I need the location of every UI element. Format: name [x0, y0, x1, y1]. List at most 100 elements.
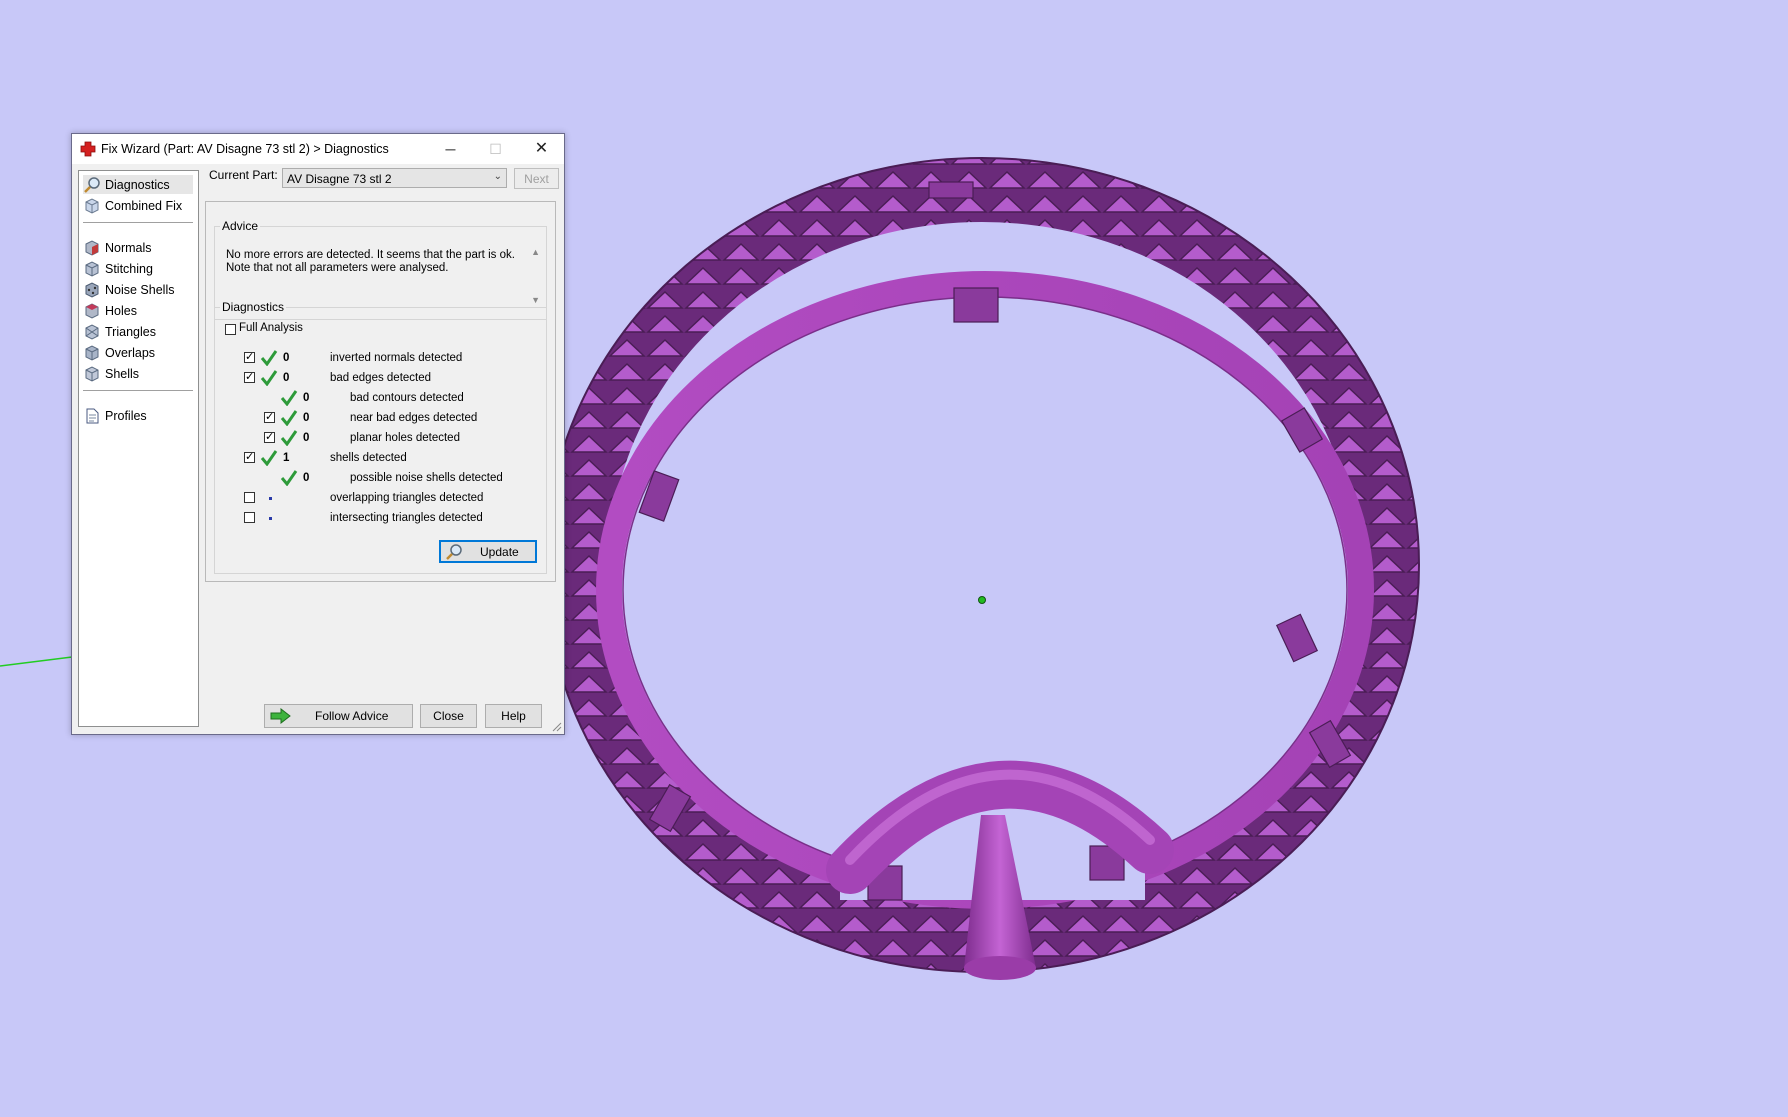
diag-row-intersecting-triangles: intersecting triangles detected	[215, 508, 545, 528]
sidebar-item-label: Triangles	[105, 324, 156, 339]
next-button: Next	[514, 168, 559, 189]
diagnostics-group-title: Diagnostics	[220, 300, 287, 314]
near-bad-edges-checkbox[interactable]: ✓	[264, 411, 275, 423]
green-check-icon	[260, 450, 278, 466]
follow-advice-label: Follow Advice	[315, 709, 389, 723]
triangles-cube-icon	[85, 323, 99, 340]
diag-label: near bad edges detected	[350, 412, 478, 424]
count-value: 0	[303, 412, 310, 424]
diag-row-shells: ✓ 1 shells detected	[215, 448, 545, 468]
advice-text: No more errors are detected. It seems th…	[226, 249, 515, 274]
sidebar-item-holes[interactable]: Holes	[83, 301, 193, 320]
pending-dot-icon	[269, 497, 272, 500]
sidebar-item-normals[interactable]: Normals	[83, 238, 193, 257]
green-check-icon	[260, 350, 278, 366]
count-value: 0	[283, 372, 290, 384]
full-analysis-label: Full Analysis	[239, 322, 303, 334]
advice-group-title: Advice	[220, 219, 261, 233]
scroll-up-icon[interactable]: ▲	[531, 247, 540, 257]
update-button[interactable]: Update	[439, 540, 537, 563]
planar-holes-checkbox[interactable]: ✓	[264, 431, 275, 443]
sidebar-item-label: Diagnostics	[105, 177, 170, 192]
bad-edges-checkbox[interactable]: ✓	[244, 371, 255, 383]
help-button[interactable]: Help	[485, 704, 542, 728]
cube-icon	[85, 197, 99, 214]
current-part-value: AV Disagne 73 stl 2	[287, 172, 392, 186]
count-value: 0	[303, 472, 310, 484]
diag-row-bad-edges: ✓ 0 bad edges detected	[215, 368, 545, 388]
title-bar[interactable]: Fix Wizard (Part: AV Disagne 73 stl 2) >…	[72, 134, 564, 164]
stitching-cube-icon	[85, 260, 99, 277]
diag-label: possible noise shells detected	[350, 472, 503, 484]
sidebar-item-label: Combined Fix	[105, 198, 183, 213]
sidebar-item-noise-shells[interactable]: Noise Shells	[83, 280, 193, 299]
sidebar-item-label: Profiles	[105, 408, 147, 423]
diag-label: bad contours detected	[350, 392, 464, 404]
diagnostics-group: Diagnostics Full Analysis ✓ 0 inverted n…	[214, 300, 547, 574]
red-cross-icon	[80, 141, 96, 157]
shells-checkbox[interactable]: ✓	[244, 451, 255, 463]
pivot-point	[978, 596, 986, 604]
green-check-icon	[280, 390, 298, 406]
diag-label: planar holes detected	[350, 432, 460, 444]
scroll-down-icon[interactable]: ▼	[531, 295, 540, 305]
count-value: 0	[303, 392, 310, 404]
diag-label: bad edges detected	[330, 372, 432, 384]
green-check-icon	[260, 370, 278, 386]
update-label: Update	[480, 545, 519, 559]
normals-cube-icon	[85, 239, 99, 256]
diag-row-overlapping-triangles: overlapping triangles detected	[215, 488, 545, 508]
sidebar-item-diagnostics[interactable]: Diagnostics	[83, 175, 193, 194]
diagnostics-panel: Advice No more errors are detected. It s…	[205, 201, 556, 582]
count-value: 0	[303, 432, 310, 444]
holes-cube-icon	[85, 302, 99, 319]
chevron-down-icon: ⌄	[493, 171, 502, 182]
green-check-icon	[280, 470, 298, 486]
count-value: 0	[283, 352, 290, 364]
diag-label: inverted normals detected	[330, 352, 463, 364]
diag-row-bad-contours: 0 bad contours detected	[215, 388, 545, 408]
diag-row-noise-shells: 0 possible noise shells detected	[215, 468, 545, 488]
shells-cube-icon	[85, 365, 99, 382]
sidebar-item-combined-fix[interactable]: Combined Fix	[83, 196, 193, 215]
sidebar-item-overlaps[interactable]: Overlaps	[83, 343, 193, 362]
diag-label: intersecting triangles detected	[330, 512, 483, 524]
current-part-label: Current Part:	[209, 168, 278, 182]
sidebar-item-triangles[interactable]: Triangles	[83, 322, 193, 341]
sidebar-divider	[83, 222, 193, 223]
sidebar-item-label: Normals	[105, 240, 152, 255]
sidebar-item-shells[interactable]: Shells	[83, 364, 193, 383]
diag-row-near-bad-edges: ✓ 0 near bad edges detected	[215, 408, 545, 428]
diag-label: overlapping triangles detected	[330, 492, 484, 504]
inverted-normals-checkbox[interactable]: ✓	[244, 351, 255, 363]
sidebar-item-label: Shells	[105, 366, 140, 381]
pending-dot-icon	[269, 517, 272, 520]
resize-grip-icon[interactable]	[552, 722, 562, 732]
intersecting-triangles-checkbox[interactable]	[244, 512, 255, 523]
magnifier-icon	[84, 176, 100, 193]
sidebar-item-label: Noise Shells	[105, 282, 175, 297]
diag-row-planar-holes: ✓ 0 planar holes detected	[215, 428, 545, 448]
green-check-icon	[280, 430, 298, 446]
close-button[interactable]: Close	[420, 704, 477, 728]
full-analysis-checkbox[interactable]	[225, 324, 236, 335]
green-check-icon	[280, 410, 298, 426]
overlapping-triangles-checkbox[interactable]	[244, 492, 255, 503]
window-title: Fix Wizard (Part: AV Disagne 73 stl 2) >…	[101, 142, 389, 156]
sidebar-item-profiles[interactable]: Profiles	[83, 406, 193, 425]
follow-advice-button[interactable]: Follow Advice	[264, 704, 413, 728]
sidebar-nav: Diagnostics Combined Fix Normals Stitchi…	[78, 170, 199, 727]
overlaps-cube-icon	[85, 344, 99, 361]
sidebar-item-label: Stitching	[105, 261, 153, 276]
minimize-button[interactable]: ─	[428, 134, 473, 164]
fix-wizard-dialog: Fix Wizard (Part: AV Disagne 73 stl 2) >…	[71, 133, 565, 735]
close-window-button[interactable]: ✕	[519, 134, 564, 164]
sidebar-item-stitching[interactable]: Stitching	[83, 259, 193, 278]
green-arrow-icon	[270, 708, 291, 724]
diag-row-inverted-normals: ✓ 0 inverted normals detected	[215, 348, 545, 368]
sidebar-divider	[83, 390, 193, 391]
diag-label: shells detected	[330, 452, 407, 464]
sidebar-item-label: Holes	[105, 303, 137, 318]
x-axis-line	[0, 656, 73, 667]
current-part-select[interactable]: AV Disagne 73 stl 2 ⌄	[282, 168, 507, 188]
